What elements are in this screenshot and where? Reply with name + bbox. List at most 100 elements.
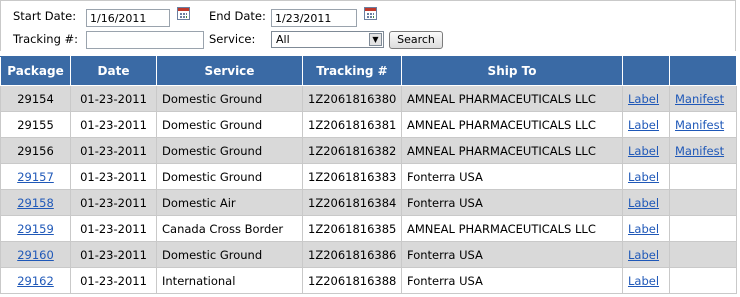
shipments-table: Package Date Service Tracking # Ship To …	[0, 56, 737, 294]
table-row: 29160 01-23-2011 Domestic Ground 1Z20618163…	[0, 241, 737, 268]
ship-to-cell: AMNEAL PHARMACEUTICALS LLC	[401, 85, 623, 112]
manifest-cell[interactable]: Manifest	[669, 111, 737, 138]
service-select[interactable]: All ▼	[271, 31, 384, 48]
label-cell[interactable]: Label	[622, 111, 670, 138]
tracking-input[interactable]	[86, 31, 204, 49]
table-row: 29155 01-23-2011 Domestic Ground 1Z20618163…	[0, 111, 737, 138]
label-link[interactable]: Label	[628, 196, 659, 210]
ship-to-cell: AMNEAL PHARMACEUTICALS LLC	[401, 137, 623, 164]
label-cell[interactable]: Label	[622, 215, 670, 242]
manifest-link[interactable]: Manifest	[675, 144, 724, 158]
tracking-number-cell: 1Z2061816386	[302, 241, 402, 268]
label-link[interactable]: Label	[628, 248, 659, 262]
service-cell: Domestic Ground	[156, 85, 303, 112]
label-cell[interactable]: Label	[622, 163, 670, 190]
tracking-number-cell: 1Z2061816380	[302, 85, 402, 112]
tracking-number-cell: 1Z2061816381	[302, 111, 402, 138]
ship-to-cell: Fonterra USA	[401, 241, 623, 268]
manifest-link[interactable]: Manifest	[675, 118, 724, 132]
label-cell[interactable]: Label	[622, 267, 670, 294]
end-date-label: End Date:	[209, 9, 266, 23]
column-header-label	[622, 56, 670, 86]
label-link[interactable]: Label	[628, 92, 659, 106]
label-link[interactable]: Label	[628, 222, 659, 236]
service-label: Service:	[209, 32, 256, 46]
label-cell[interactable]: Label	[622, 137, 670, 164]
ship-to-cell: AMNEAL PHARMACEUTICALS LLC	[401, 215, 623, 242]
search-button[interactable]: Search	[389, 31, 443, 49]
column-header-ship-to[interactable]: Ship To	[401, 56, 623, 86]
tracking-number-cell: 1Z2061816383	[302, 163, 402, 190]
manifest-cell	[669, 215, 737, 242]
date-cell: 01-23-2011	[70, 163, 157, 190]
package-link[interactable]: 29157	[17, 170, 54, 184]
start-date-label: Start Date:	[13, 9, 77, 23]
manifest-cell[interactable]: Manifest	[669, 137, 737, 164]
package-cell[interactable]: 29158	[0, 189, 71, 216]
service-cell: Domestic Ground	[156, 163, 303, 190]
table-row: 29159 01-23-2011 Canada Cross Border 1Z2061…	[0, 215, 737, 242]
label-cell[interactable]: Label	[622, 189, 670, 216]
label-link[interactable]: Label	[628, 170, 659, 184]
ship-to-cell: Fonterra USA	[401, 189, 623, 216]
column-header-manifest	[669, 56, 737, 86]
label-link[interactable]: Label	[628, 118, 659, 132]
date-cell: 01-23-2011	[70, 215, 157, 242]
date-cell: 01-23-2011	[70, 267, 157, 294]
label-link[interactable]: Label	[628, 274, 659, 288]
tracking-label: Tracking #:	[13, 32, 79, 46]
tracking-number-cell: 1Z2061816384	[302, 189, 402, 216]
manifest-cell[interactable]: Manifest	[669, 85, 737, 112]
start-date-input[interactable]	[86, 9, 170, 27]
service-cell: Canada Cross Border	[156, 215, 303, 242]
package-cell[interactable]: 29157	[0, 163, 71, 190]
manifest-cell	[669, 189, 737, 216]
package-cell: 29156	[0, 137, 71, 164]
calendar-icon[interactable]	[177, 7, 190, 20]
tracking-number-cell: 1Z2061816382	[302, 137, 402, 164]
service-cell: Domestic Ground	[156, 111, 303, 138]
date-cell: 01-23-2011	[70, 137, 157, 164]
label-cell[interactable]: Label	[622, 241, 670, 268]
package-cell[interactable]: 29160	[0, 241, 71, 268]
date-cell: 01-23-2011	[70, 85, 157, 112]
ship-to-cell: Fonterra USA	[401, 267, 623, 294]
manifest-link[interactable]: Manifest	[675, 92, 724, 106]
package-cell[interactable]: 29159	[0, 215, 71, 242]
package-cell: 29155	[0, 111, 71, 138]
table-row: 29156 01-23-2011 Domestic Ground 1Z20618163…	[0, 137, 737, 164]
package-link[interactable]: 29160	[17, 248, 54, 262]
tracking-number-cell: 1Z2061816385	[302, 215, 402, 242]
package-link[interactable]: 29159	[17, 222, 54, 236]
column-header-service[interactable]: Service	[156, 56, 303, 86]
chevron-down-icon[interactable]: ▼	[369, 33, 382, 46]
column-header-date[interactable]: Date	[70, 56, 157, 86]
table-row: 29157 01-23-2011 Domestic Ground 1Z20618163…	[0, 163, 737, 190]
service-cell: Domestic Ground	[156, 241, 303, 268]
search-filter-panel: Start Date: End Date: Tracking #: Servic…	[0, 0, 736, 51]
package-cell[interactable]: 29162	[0, 267, 71, 294]
package-link[interactable]: 29162	[17, 274, 54, 288]
service-cell: Domestic Ground	[156, 137, 303, 164]
column-header-tracking[interactable]: Tracking #	[302, 56, 402, 86]
ship-to-cell: AMNEAL PHARMACEUTICALS LLC	[401, 111, 623, 138]
manifest-cell	[669, 267, 737, 294]
table-row: 29154 01-23-2011 Domestic Ground 1Z20618163…	[0, 85, 737, 112]
table-row: 29158 01-23-2011 Domestic Air 1Z2061816384 F…	[0, 189, 737, 216]
tracking-number-cell: 1Z2061816388	[302, 267, 402, 294]
calendar-icon[interactable]	[364, 7, 377, 20]
label-link[interactable]: Label	[628, 144, 659, 158]
package-link[interactable]: 29158	[17, 196, 54, 210]
manifest-cell	[669, 163, 737, 190]
end-date-input[interactable]	[271, 9, 357, 27]
date-cell: 01-23-2011	[70, 241, 157, 268]
label-cell[interactable]: Label	[622, 85, 670, 112]
table-header-row: Package Date Service Tracking # Ship To	[0, 56, 737, 86]
date-cell: 01-23-2011	[70, 111, 157, 138]
date-cell: 01-23-2011	[70, 189, 157, 216]
service-cell: Domestic Air	[156, 189, 303, 216]
column-header-package[interactable]: Package	[0, 56, 71, 86]
service-selected-value: All	[276, 33, 290, 46]
manifest-cell	[669, 241, 737, 268]
service-cell: International	[156, 267, 303, 294]
